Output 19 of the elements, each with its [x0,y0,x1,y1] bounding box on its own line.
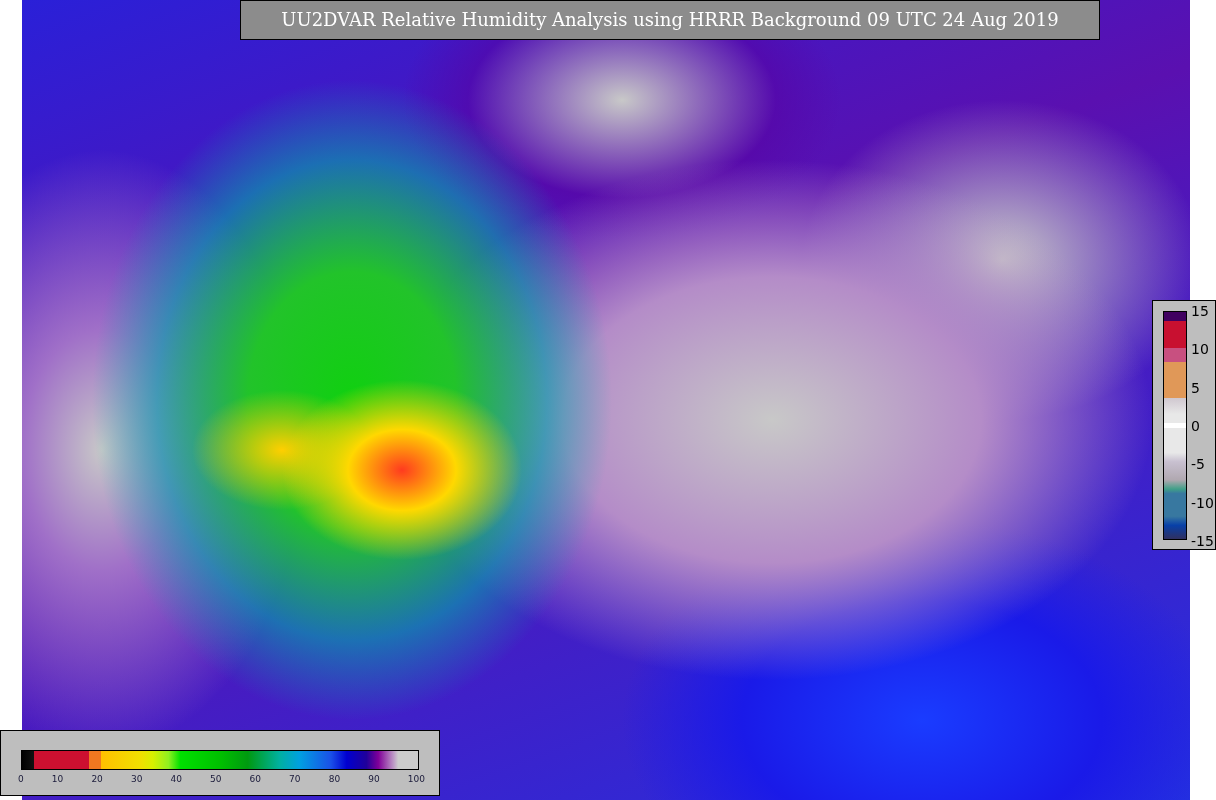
tick-label: 50 [210,774,222,785]
tick-label: 80 [328,774,341,785]
tick-label: 20 [91,774,103,785]
tick-label: -5 [1191,456,1206,473]
tick-label: 90 [368,774,380,785]
tick-label: 30 [130,774,143,785]
tick-label: 0 [18,774,24,785]
tick-label: 0 [1191,418,1201,434]
map-title: UU2DVAR Relative Humidity Analysis using HRRR Background 09 UTC 24 Aug 2019 [240,0,1100,40]
tick-label: 100 [407,774,425,785]
tick-label: 15 [1191,303,1210,319]
tick-label: 10 [1191,341,1210,358]
tick-label: -15 [1191,532,1214,549]
tick-label: 40 [170,774,182,785]
tick-label: 70 [289,774,301,785]
tick-label: -10 [1191,494,1214,511]
tick-label: 5 [1191,379,1201,396]
tick-label: 10 [51,774,64,785]
tick-label: 60 [249,774,261,785]
